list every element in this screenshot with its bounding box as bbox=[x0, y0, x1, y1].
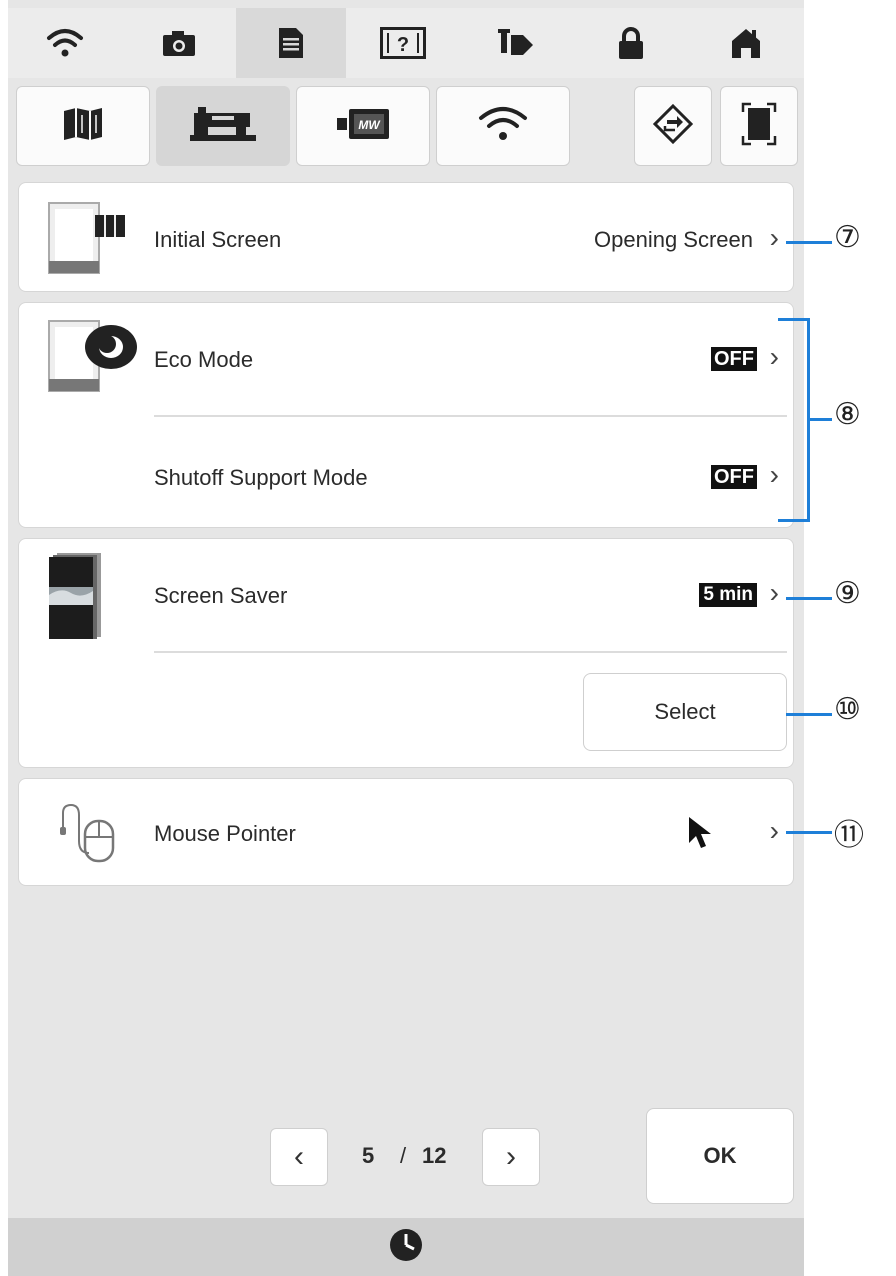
tab-update[interactable] bbox=[634, 86, 712, 166]
screen-saver-icon bbox=[47, 551, 103, 646]
cursor-arrow-icon bbox=[687, 815, 713, 856]
thread-icon[interactable] bbox=[460, 8, 574, 78]
update-icon bbox=[652, 103, 694, 149]
prev-page-button[interactable]: ‹ bbox=[270, 1128, 328, 1186]
row-divider bbox=[154, 651, 787, 653]
callout-line-10 bbox=[786, 713, 832, 716]
select-button[interactable]: Select bbox=[583, 673, 787, 751]
top-toolbar: ? bbox=[8, 8, 804, 78]
shutoff-support-label: Shutoff Support Mode bbox=[154, 465, 368, 490]
settings-screen: ? MW Initial Screen Opening Screen › Eco… bbox=[8, 0, 804, 1276]
screen-saver-label: Screen Saver bbox=[154, 583, 288, 608]
callout-10: ⑩ bbox=[834, 692, 861, 727]
page-separator: / bbox=[400, 1143, 407, 1168]
wifi-icon bbox=[477, 104, 529, 149]
eco-mode-icon bbox=[47, 317, 139, 398]
svg-text:?: ? bbox=[397, 34, 409, 56]
chevron-right-icon: › bbox=[769, 815, 779, 846]
chevron-left-icon: ‹ bbox=[294, 1140, 304, 1173]
document-icon[interactable] bbox=[236, 8, 346, 78]
callout-line-7 bbox=[786, 241, 832, 244]
mouse-icon bbox=[57, 801, 117, 868]
map-icon bbox=[62, 107, 104, 146]
next-page-button[interactable]: › bbox=[482, 1128, 540, 1186]
camera-icon[interactable] bbox=[122, 8, 236, 78]
tab-screen[interactable] bbox=[720, 86, 798, 166]
initial-screen-value: Opening Screen bbox=[594, 227, 753, 252]
embroidery-icon: MW bbox=[335, 106, 391, 147]
callout-bracket-8 bbox=[778, 318, 810, 522]
callout-line-11 bbox=[786, 831, 832, 834]
callout-9: ⑨ bbox=[834, 576, 861, 611]
tab-network[interactable] bbox=[436, 86, 570, 166]
initial-screen-label: Initial Screen bbox=[154, 227, 282, 252]
screen-saver-card: Screen Saver 5 min › Select bbox=[18, 538, 794, 768]
callout-line-9 bbox=[786, 597, 832, 600]
ok-button[interactable]: OK bbox=[646, 1108, 794, 1204]
initial-screen-icon bbox=[47, 201, 127, 280]
home-icon[interactable] bbox=[688, 8, 804, 78]
tab-sewing[interactable] bbox=[156, 86, 290, 166]
chevron-right-icon: › bbox=[506, 1140, 516, 1173]
tab-general[interactable] bbox=[16, 86, 150, 166]
sewing-machine-icon bbox=[188, 105, 258, 148]
mouse-pointer-card[interactable]: Mouse Pointer › bbox=[18, 778, 794, 886]
callout-11: ⑪ bbox=[834, 818, 864, 853]
chevron-right-icon: › bbox=[769, 222, 779, 253]
clock-icon[interactable] bbox=[389, 1228, 423, 1267]
help-icon[interactable]: ? bbox=[346, 8, 460, 78]
lock-icon[interactable] bbox=[574, 8, 688, 78]
eco-mode-label: Eco Mode bbox=[154, 347, 254, 372]
mouse-pointer-label: Mouse Pointer bbox=[154, 821, 296, 846]
callout-7: ⑦ bbox=[834, 220, 861, 255]
shutoff-support-value: OFF bbox=[711, 465, 757, 489]
callout-line-8 bbox=[810, 418, 832, 421]
category-tabs: MW bbox=[8, 80, 804, 172]
wifi-icon[interactable] bbox=[8, 8, 122, 78]
row-divider bbox=[154, 415, 787, 417]
chevron-right-icon: › bbox=[769, 577, 779, 608]
callout-8: ⑧ bbox=[834, 397, 861, 432]
page-current: 5 bbox=[362, 1143, 375, 1168]
eco-mode-card: Eco Mode OFF › Shutoff Support Mode OFF … bbox=[18, 302, 794, 528]
screen-saver-value: 5 min bbox=[699, 583, 757, 607]
eco-mode-value: OFF bbox=[711, 347, 757, 371]
initial-screen-card[interactable]: Initial Screen Opening Screen › bbox=[18, 182, 794, 292]
svg-text:MW: MW bbox=[358, 118, 381, 132]
tab-embroidery[interactable]: MW bbox=[296, 86, 430, 166]
frame-icon bbox=[741, 102, 777, 151]
page-total: 12 bbox=[422, 1143, 447, 1168]
bottom-status-bar bbox=[8, 1218, 804, 1276]
